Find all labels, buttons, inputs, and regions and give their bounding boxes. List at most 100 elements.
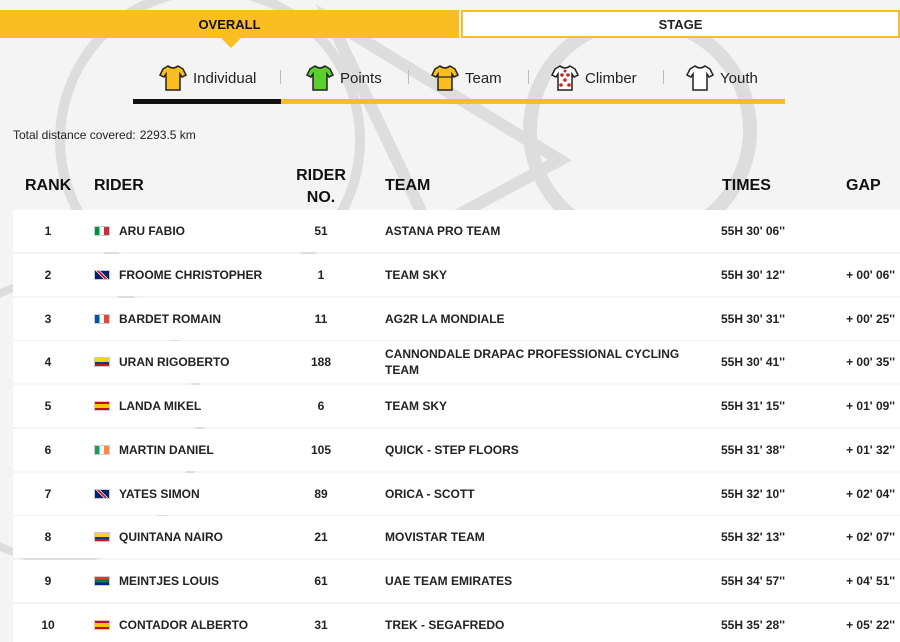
team-cell: AG2R LA MONDIALE <box>385 311 505 326</box>
table-row[interactable]: 4 URAN RIGOBERTO 188 CANNONDALE DRAPAC PROF… <box>13 341 900 384</box>
rider-cell[interactable]: FROOME CHRISTOPHER <box>94 254 284 296</box>
tab-climber[interactable]: Climber <box>550 58 637 98</box>
rider-name: CONTADOR ALBERTO <box>119 617 249 632</box>
rider-cell[interactable]: MARTIN DANIEL <box>94 429 284 471</box>
white-jersey-icon <box>685 65 715 91</box>
col-rider-no-line2: NO. <box>306 189 336 206</box>
tab-individual-label: Individual <box>193 69 257 87</box>
time-cell: 55H 32' 10'' <box>721 486 785 501</box>
rider-name: MEINTJES LOUIS <box>119 574 220 588</box>
table-row[interactable]: 6 MARTIN DANIEL 105 QUICK - STEP FLOORS 55H … <box>13 428 900 471</box>
rank-cell: 9 <box>44 574 52 588</box>
rank-cell: 5 <box>44 399 52 413</box>
total-distance-label: Total distance covered: <box>13 128 136 142</box>
country-flag-icon <box>94 313 110 324</box>
team-cell: TEAM SKY <box>385 267 448 282</box>
gap-cell: + 00' 35'' <box>846 355 895 370</box>
table-row[interactable]: 1 ARU FABIO 51 ASTANA PRO TEAM 55H 30' 06'' <box>13 210 900 252</box>
country-flag-icon <box>94 576 110 586</box>
rider-name: URAN RIGOBERTO <box>119 355 230 370</box>
tab-team[interactable]: Team <box>430 58 502 98</box>
gap-cell: + 05' 22'' <box>846 617 895 632</box>
rank-cell: 2 <box>44 267 52 282</box>
rider-number-cell: 1 <box>317 267 325 282</box>
rider-cell[interactable]: MEINTJES LOUIS <box>94 560 284 602</box>
time-cell: 55H 31' 15'' <box>721 399 785 413</box>
team-cell: TEAM SKY <box>385 399 448 413</box>
country-flag-icon <box>94 619 110 630</box>
country-flag-icon <box>94 532 110 543</box>
time-cell: 55H 32' 13'' <box>721 530 785 545</box>
col-rider: RIDER <box>94 177 144 194</box>
rider-cell[interactable]: YATES SIMON <box>94 473 284 515</box>
rider-number-cell: 61 <box>314 574 328 588</box>
total-distance-value: 2293.5 km <box>139 128 196 142</box>
time-cell: 55H 31' 38'' <box>721 442 785 457</box>
rider-name: FROOME CHRISTOPHER <box>119 267 263 282</box>
col-rider-no: RIDER NO. <box>291 165 351 209</box>
rank-cell: 1 <box>44 224 52 238</box>
table-row[interactable]: 7 YATES SIMON 89 ORICA - SCOTT 55H 32' 10'' +… <box>13 472 900 515</box>
country-flag-icon <box>94 444 110 455</box>
tab-team-label: Team <box>465 69 502 87</box>
rider-number-cell: 89 <box>314 486 328 501</box>
rank-cell: 10 <box>41 617 55 632</box>
polka-dot-jersey-icon <box>550 65 580 91</box>
table-row[interactable]: 8 QUINTANA NAIRO 21 MOVISTAR TEAM 55H 32' 13… <box>13 516 900 559</box>
rider-cell[interactable]: QUINTANA NAIRO <box>94 516 284 558</box>
rider-number-cell: 6 <box>317 399 325 413</box>
rider-name: LANDA MIKEL <box>119 399 202 413</box>
rider-number-cell: 105 <box>310 442 332 457</box>
tab-individual[interactable]: Individual <box>158 58 256 98</box>
country-flag-icon <box>94 357 110 368</box>
gap-cell: + 02' 07'' <box>846 530 895 545</box>
rider-number-cell: 188 <box>310 355 332 370</box>
time-cell: 55H 34' 57'' <box>721 574 785 588</box>
gap-cell: + 00' 06'' <box>846 267 895 282</box>
ranking-table: 1 ARU FABIO 51 ASTANA PRO TEAM 55H 30' 06'' 2… <box>13 210 900 642</box>
rider-cell[interactable]: LANDA MIKEL <box>94 385 284 427</box>
classification-type-tabs: OVERALL STAGE <box>0 10 900 48</box>
jersey-classification-tabs: Individual Points Team Climber Youth <box>133 58 785 104</box>
rider-number-cell: 51 <box>314 224 328 238</box>
rider-cell[interactable]: URAN RIGOBERTO <box>94 341 284 383</box>
tab-stage[interactable]: STAGE <box>461 10 900 38</box>
rider-cell[interactable]: ARU FABIO <box>94 210 284 252</box>
tab-points-label: Points <box>340 69 382 87</box>
country-flag-icon <box>94 488 110 499</box>
col-gap: GAP <box>846 177 881 194</box>
country-flag-icon <box>94 269 110 280</box>
rider-number-cell: 31 <box>314 617 328 632</box>
yellow-jersey-icon <box>158 65 188 91</box>
gap-cell: + 02' 04'' <box>846 486 895 501</box>
tab-youth[interactable]: Youth <box>685 58 758 98</box>
rider-name: YATES SIMON <box>119 486 200 501</box>
time-cell: 55H 35' 28'' <box>721 617 785 632</box>
table-row[interactable]: 9 MEINTJES LOUIS 61 UAE TEAM EMIRATES 55H 34… <box>13 560 900 602</box>
rider-name: QUINTANA NAIRO <box>119 530 223 545</box>
time-cell: 55H 30' 12'' <box>721 267 785 282</box>
table-row[interactable]: 10 CONTADOR ALBERTO 31 TREK - SEGAFREDO 55H … <box>13 603 900 642</box>
team-jersey-icon <box>430 65 460 91</box>
team-cell: ASTANA PRO TEAM <box>385 224 501 238</box>
col-rank: RANK <box>25 177 72 194</box>
tab-points[interactable]: Points <box>305 58 382 98</box>
team-cell: UAE TEAM EMIRATES <box>385 574 513 588</box>
rank-cell: 3 <box>44 311 52 326</box>
rider-name: MARTIN DANIEL <box>119 442 214 457</box>
table-row[interactable]: 2 FROOME CHRISTOPHER 1 TEAM SKY 55H 30' 12''… <box>13 253 900 296</box>
table-row[interactable]: 5 LANDA MIKEL 6 TEAM SKY 55H 31' 15'' + 01' 0… <box>13 385 900 427</box>
tab-overall[interactable]: OVERALL <box>0 10 459 48</box>
col-rider-no-line1: RIDER <box>296 167 346 184</box>
tab-climber-label: Climber <box>585 69 637 87</box>
rank-cell: 7 <box>44 486 52 501</box>
rider-cell[interactable]: BARDET ROMAIN <box>94 298 284 340</box>
team-cell: MOVISTAR TEAM <box>385 530 485 545</box>
gap-cell <box>825 210 895 252</box>
gap-cell: + 00' 25'' <box>846 311 895 326</box>
col-team: TEAM <box>385 177 431 194</box>
rider-cell[interactable]: CONTADOR ALBERTO <box>94 604 284 642</box>
time-cell: 55H 30' 06'' <box>721 224 785 238</box>
table-row[interactable]: 3 BARDET ROMAIN 11 AG2R LA MONDIALE 55H 30' … <box>13 297 900 340</box>
gap-cell: + 01' 32'' <box>846 442 895 457</box>
